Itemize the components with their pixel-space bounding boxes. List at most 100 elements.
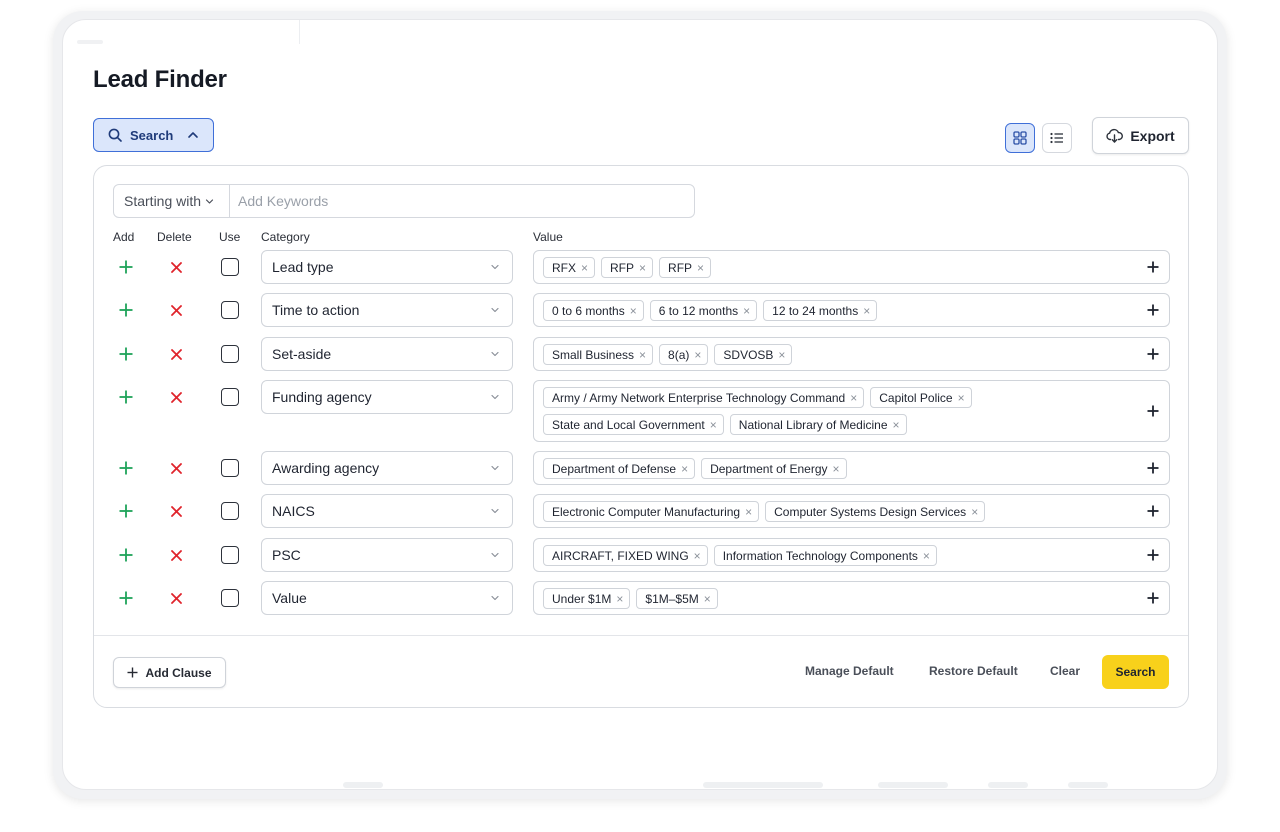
use-checkbox[interactable]	[221, 502, 239, 520]
add-clause-button[interactable]: Add Clause	[113, 657, 226, 688]
remove-chip-icon[interactable]: ×	[681, 463, 688, 475]
use-checkbox[interactable]	[221, 301, 239, 319]
remove-chip-icon[interactable]: ×	[833, 463, 840, 475]
use-checkbox[interactable]	[221, 459, 239, 477]
delete-row-button[interactable]	[166, 588, 186, 608]
column-header-category: Category	[261, 230, 310, 244]
use-checkbox[interactable]	[221, 546, 239, 564]
value-chip: State and Local Government ×	[543, 414, 724, 435]
remove-chip-icon[interactable]: ×	[863, 305, 870, 317]
remove-chip-icon[interactable]: ×	[630, 305, 637, 317]
add-row-button[interactable]	[116, 458, 136, 478]
delete-row-button[interactable]	[166, 344, 186, 364]
remove-chip-icon[interactable]: ×	[639, 262, 646, 274]
add-value-icon[interactable]	[1147, 549, 1159, 561]
remove-chip-icon[interactable]: ×	[639, 349, 646, 361]
remove-chip-icon[interactable]: ×	[616, 593, 623, 605]
add-row-button[interactable]	[116, 387, 136, 407]
list-view-button[interactable]	[1042, 123, 1072, 153]
delete-row-button[interactable]	[166, 387, 186, 407]
remove-chip-icon[interactable]: ×	[745, 506, 752, 518]
add-value-icon[interactable]	[1147, 304, 1159, 316]
keyword-mode-select[interactable]: Starting with	[114, 185, 230, 217]
add-row-button[interactable]	[116, 545, 136, 565]
delete-row-button[interactable]	[166, 501, 186, 521]
delete-row-button[interactable]	[166, 300, 186, 320]
remove-chip-icon[interactable]: ×	[710, 419, 717, 431]
category-value: Lead type	[272, 259, 334, 275]
page-title: Lead Finder	[93, 66, 227, 93]
background-hint	[703, 782, 823, 788]
background-hint	[1068, 782, 1108, 788]
column-header-add: Add	[113, 230, 135, 244]
add-value-icon[interactable]	[1147, 405, 1159, 417]
value-field[interactable]: Small Business × 8(a) × SDVOSB ×	[533, 337, 1170, 371]
add-value-icon[interactable]	[1147, 592, 1159, 604]
remove-chip-icon[interactable]: ×	[778, 349, 785, 361]
category-select[interactable]: Set-aside	[261, 337, 513, 371]
search-submit-button[interactable]: Search	[1102, 655, 1169, 689]
remove-chip-icon[interactable]: ×	[958, 392, 965, 404]
search-toggle-button[interactable]: Search	[93, 118, 214, 152]
category-select[interactable]: Lead type	[261, 250, 513, 284]
add-row-button[interactable]	[116, 501, 136, 521]
plus-icon	[119, 504, 133, 518]
add-value-icon[interactable]	[1147, 505, 1159, 517]
use-checkbox[interactable]	[221, 258, 239, 276]
remove-chip-icon[interactable]: ×	[893, 419, 900, 431]
remove-chip-icon[interactable]: ×	[971, 506, 978, 518]
keyword-input[interactable]	[230, 185, 694, 217]
remove-chip-icon[interactable]: ×	[704, 593, 711, 605]
category-select[interactable]: Time to action	[261, 293, 513, 327]
value-field[interactable]: 0 to 6 months × 6 to 12 months × 12 to 24 mo…	[533, 293, 1170, 327]
delete-row-button[interactable]	[166, 545, 186, 565]
background-hint	[988, 782, 1028, 788]
remove-chip-icon[interactable]: ×	[743, 305, 750, 317]
remove-chip-icon[interactable]: ×	[697, 262, 704, 274]
value-field[interactable]: Under $1M × $1M–$5M ×	[533, 581, 1170, 615]
footer-divider	[94, 635, 1188, 636]
clause-row: Funding agency Army / Army Network Enter…	[94, 380, 1190, 442]
use-checkbox[interactable]	[221, 345, 239, 363]
grid-icon	[1013, 131, 1027, 145]
category-select[interactable]: Awarding agency	[261, 451, 513, 485]
column-header-value: Value	[533, 230, 563, 244]
value-field[interactable]: Army / Army Network Enterprise Technolog…	[533, 380, 1170, 442]
value-field[interactable]: AIRCRAFT, FIXED WING × Information Technol…	[533, 538, 1170, 572]
add-row-button[interactable]	[116, 588, 136, 608]
value-chip: Capitol Police ×	[870, 387, 972, 408]
add-row-button[interactable]	[116, 300, 136, 320]
use-checkbox[interactable]	[221, 388, 239, 406]
chip-label: Small Business	[552, 347, 635, 362]
add-value-icon[interactable]	[1147, 261, 1159, 273]
category-select[interactable]: Value	[261, 581, 513, 615]
add-row-button[interactable]	[116, 257, 136, 277]
delete-row-button[interactable]	[166, 458, 186, 478]
delete-row-button[interactable]	[166, 257, 186, 277]
remove-chip-icon[interactable]: ×	[581, 262, 588, 274]
add-value-icon[interactable]	[1147, 462, 1159, 474]
list-icon	[1050, 132, 1063, 144]
x-icon	[170, 505, 182, 517]
add-row-button[interactable]	[116, 344, 136, 364]
use-checkbox[interactable]	[221, 589, 239, 607]
chevron-down-icon	[491, 465, 499, 471]
export-button[interactable]: Export	[1092, 117, 1189, 154]
remove-chip-icon[interactable]: ×	[850, 392, 857, 404]
category-select[interactable]: NAICS	[261, 494, 513, 528]
value-chip: AIRCRAFT, FIXED WING ×	[543, 545, 708, 566]
grid-view-button[interactable]	[1005, 123, 1035, 153]
restore-default-button[interactable]: Restore Default	[929, 664, 1018, 678]
remove-chip-icon[interactable]: ×	[923, 550, 930, 562]
clear-button[interactable]: Clear	[1050, 664, 1080, 678]
remove-chip-icon[interactable]: ×	[694, 349, 701, 361]
remove-chip-icon[interactable]: ×	[694, 550, 701, 562]
value-field[interactable]: RFX × RFP × RFP ×	[533, 250, 1170, 284]
app-screen: Lead Finder Search Export Starting with …	[62, 19, 1218, 790]
category-select[interactable]: Funding agency	[261, 380, 513, 414]
value-field[interactable]: Department of Defense × Department of Ener…	[533, 451, 1170, 485]
value-field[interactable]: Electronic Computer Manufacturing × Comput…	[533, 494, 1170, 528]
add-value-icon[interactable]	[1147, 348, 1159, 360]
manage-default-button[interactable]: Manage Default	[805, 664, 894, 678]
category-select[interactable]: PSC	[261, 538, 513, 572]
